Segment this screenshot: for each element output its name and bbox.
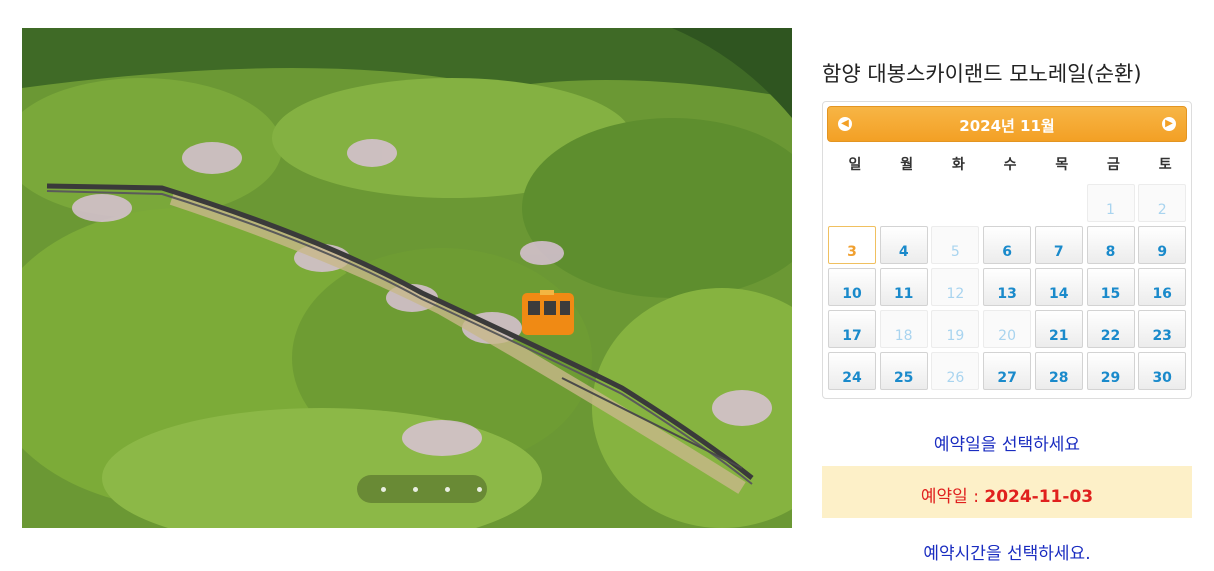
- calendar-day[interactable]: 24: [828, 352, 876, 390]
- selected-date-label: 예약일 :: [920, 487, 985, 507]
- calendar-day[interactable]: 15: [1086, 268, 1135, 306]
- weekday-label: 금: [1107, 157, 1120, 173]
- calendar-day[interactable]: 27: [983, 352, 1032, 390]
- calendar-day[interactable]: 28: [1034, 352, 1083, 390]
- calendar-day: 20: [983, 310, 1032, 348]
- selected-date-line: 예약일 : 2024-11-03: [822, 482, 1192, 507]
- calendar-day[interactable]: 30: [1138, 352, 1187, 390]
- calendar-day: 2: [1138, 184, 1187, 222]
- calendar-day[interactable]: 8: [1086, 226, 1135, 264]
- calendar-day[interactable]: 29: [1086, 352, 1135, 390]
- choose-date-prompt: 예약일을 선택하세요: [933, 435, 1081, 455]
- reservation-calendar: ◀ 2024년 11월 ▶ 일월화수목금토 1 2 3 4 5 6 7 8 9 10 11 12 13 1…: [822, 101, 1192, 399]
- calendar-day[interactable]: 10: [828, 268, 876, 306]
- slide-dot[interactable]: [477, 487, 482, 492]
- calendar-day[interactable]: 6: [983, 226, 1032, 264]
- calendar-day[interactable]: 14: [1034, 268, 1083, 306]
- calendar-day: 26: [931, 352, 980, 390]
- calendar-day[interactable]: 23: [1138, 310, 1187, 348]
- weekday-label: 토: [1158, 157, 1172, 173]
- calendar-day: 12: [931, 268, 980, 306]
- monorail-landscape-illustration: [22, 28, 792, 528]
- calendar-day[interactable]: 21: [1034, 310, 1083, 348]
- calendar-header: ◀ 2024년 11월 ▶: [827, 106, 1187, 142]
- calendar-day[interactable]: 16: [1138, 268, 1187, 306]
- weekday-label: 월: [900, 157, 914, 173]
- calendar-day: 5: [931, 226, 980, 264]
- calendar-day[interactable]: 17: [828, 310, 876, 348]
- weekday-label: 일: [848, 157, 862, 173]
- product-title: 함양 대봉스카이랜드 모노레일(순환): [822, 62, 1142, 86]
- calendar-day[interactable]: 22: [1086, 310, 1135, 348]
- calendar-day[interactable]: 9: [1138, 226, 1187, 264]
- monorail-photo: [22, 28, 792, 528]
- slider-pagination: [357, 475, 487, 503]
- selected-date-box: 예약일 : 2024-11-03: [822, 466, 1192, 518]
- slide-dot[interactable]: [413, 487, 418, 492]
- calendar-day[interactable]: 13: [983, 268, 1032, 306]
- weekday-label: 수: [1003, 157, 1017, 173]
- calendar-day: 19: [931, 310, 980, 348]
- calendar-month-label: 2024년 11월: [959, 117, 1055, 135]
- calendar-day: 18: [879, 310, 928, 348]
- weekday-label: 화: [951, 157, 965, 173]
- next-month-button[interactable]: ▶: [1162, 117, 1176, 131]
- arrow-right-icon: ▶: [1165, 118, 1173, 129]
- weekday-label: 목: [1055, 157, 1069, 173]
- selected-date-value: 2024-11-03: [984, 487, 1094, 507]
- calendar-day[interactable]: 3: [828, 226, 876, 264]
- slide-dot[interactable]: [445, 487, 450, 492]
- calendar-day[interactable]: 7: [1034, 226, 1083, 264]
- calendar-day: 1: [1086, 184, 1135, 222]
- calendar-day[interactable]: 25: [879, 352, 928, 390]
- choose-time-prompt: 예약시간을 선택하세요.: [923, 544, 1091, 564]
- slide-dot[interactable]: [381, 487, 386, 492]
- calendar-day[interactable]: 11: [879, 268, 928, 306]
- calendar-day[interactable]: 4: [879, 226, 928, 264]
